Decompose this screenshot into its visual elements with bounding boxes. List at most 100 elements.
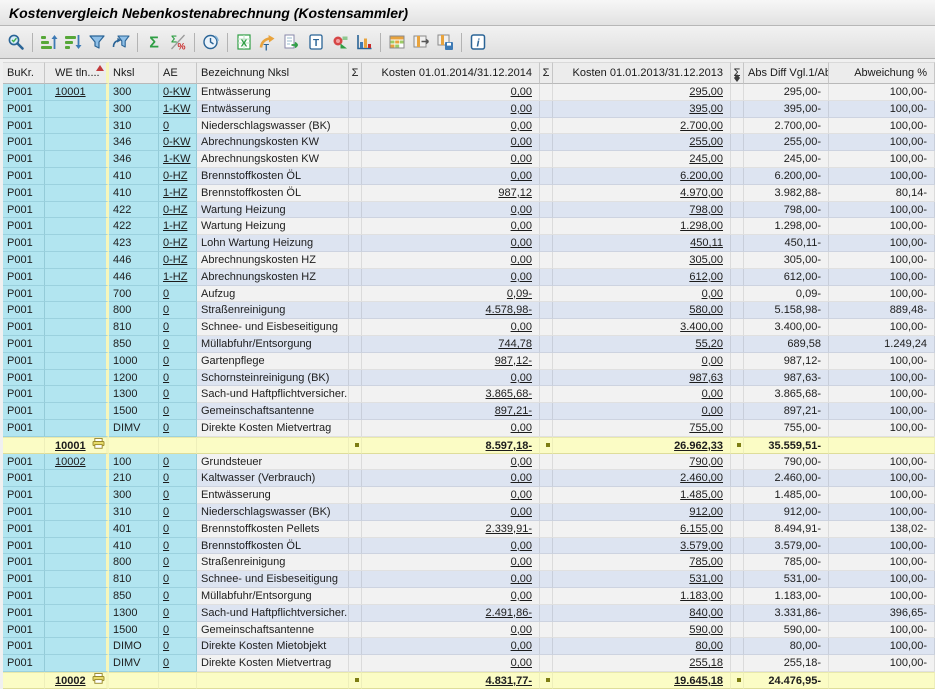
cell-kosten-2014-link[interactable]: 0,00 (511, 136, 532, 148)
cell-we[interactable]: 10001 (45, 84, 109, 101)
cell-kosten-2014-link[interactable]: 0,00 (511, 657, 532, 669)
cell-kosten-2014[interactable]: 987,12 (362, 185, 540, 202)
cell-kosten-2014[interactable]: 0,00 (362, 638, 540, 655)
column-header-bukr[interactable]: BuKr. (3, 62, 45, 84)
save-layout-button[interactable] (433, 30, 457, 54)
cell-kosten-2014-link[interactable]: 0,00 (511, 556, 532, 568)
cell-kosten-2013-link[interactable]: 840,00 (689, 607, 723, 619)
cell-we-link[interactable]: 10002 (55, 456, 86, 468)
cell-kosten-2014-link[interactable]: 4.578,98- (486, 304, 532, 316)
cell-kosten-2014[interactable]: 0,00 (362, 487, 540, 504)
cell-ae[interactable]: 0-HZ (159, 235, 197, 252)
details-button[interactable] (4, 30, 28, 54)
cell-kosten-2013-link[interactable]: 395,00 (689, 103, 723, 115)
cell-kosten-2013-link[interactable]: 987,63 (689, 372, 723, 384)
cell-kosten-2013-link[interactable]: 245,00 (689, 153, 723, 165)
cell-ae[interactable]: 0-KW (159, 84, 197, 101)
clock-button[interactable] (199, 30, 223, 54)
cell-ae-link[interactable]: 0-KW (163, 86, 191, 98)
total-button[interactable]: Σ (142, 30, 166, 54)
subtotal-kosten-2013[interactable]: 26.962,33 (553, 437, 731, 454)
cell-kosten-2013[interactable]: 580,00 (553, 302, 731, 319)
cell-kosten-2014[interactable]: 0,00 (362, 218, 540, 235)
cell-ae-link[interactable]: 0 (163, 321, 169, 333)
sort-descending-button[interactable] (61, 30, 85, 54)
cell-kosten-2014[interactable]: 0,00 (362, 134, 540, 151)
cell-ae[interactable]: 0 (159, 420, 197, 437)
cell-ae[interactable]: 0-HZ (159, 202, 197, 219)
column-header-bezeichnung[interactable]: Bezeichnung Nksl (197, 62, 349, 84)
cell-kosten-2014-link[interactable]: 0,00 (511, 120, 532, 132)
column-header-sigma-1[interactable]: Σ (349, 62, 362, 84)
cell-ae[interactable]: 0-HZ (159, 252, 197, 269)
cell-kosten-2014-link[interactable]: 0,00 (511, 86, 532, 98)
subtotals-button[interactable]: Σ% (166, 30, 190, 54)
cell-ae-link[interactable]: 0-KW (163, 136, 191, 148)
cell-ae[interactable]: 1-KW (159, 101, 197, 118)
cell-kosten-2013-link[interactable]: 790,00 (689, 456, 723, 468)
export-file-button[interactable] (280, 30, 304, 54)
cell-kosten-2013-link[interactable]: 255,18 (689, 657, 723, 669)
column-header-abweichung[interactable]: Abweichung % (829, 62, 935, 84)
cell-kosten-2013[interactable]: 305,00 (553, 252, 731, 269)
cell-ae-link[interactable]: 0 (163, 489, 169, 501)
cell-kosten-2013-link[interactable]: 0,00 (702, 355, 723, 367)
cell-kosten-2014-link[interactable]: 0,00 (511, 489, 532, 501)
cell-kosten-2013[interactable]: 1.485,00 (553, 487, 731, 504)
cell-ae-link[interactable]: 1-KW (163, 153, 191, 165)
cell-kosten-2013[interactable]: 755,00 (553, 420, 731, 437)
cell-kosten-2013[interactable]: 450,11 (553, 235, 731, 252)
cell-kosten-2013[interactable]: 0,00 (553, 403, 731, 420)
cell-kosten-2014-link[interactable]: 3.865,68- (486, 388, 532, 400)
cell-kosten-2014[interactable]: 0,00 (362, 269, 540, 286)
cell-kosten-2013-link[interactable]: 580,00 (689, 304, 723, 316)
cell-kosten-2013[interactable]: 0,00 (553, 353, 731, 370)
cell-kosten-2013-link[interactable]: 1.183,00 (680, 590, 723, 602)
cell-kosten-2013-link[interactable]: 2.460,00 (680, 472, 723, 484)
cell-kosten-2013[interactable]: 80,00 (553, 638, 731, 655)
cell-kosten-2014[interactable]: 0,00 (362, 235, 540, 252)
cell-ae[interactable]: 0 (159, 302, 197, 319)
cell-kosten-2013[interactable]: 1.183,00 (553, 588, 731, 605)
print-subtotal-button[interactable] (92, 673, 105, 689)
cell-kosten-2014-link[interactable]: 0,00 (511, 220, 532, 232)
cell-kosten-2014-link[interactable]: 987,12 (498, 187, 532, 199)
cell-kosten-2014-link[interactable]: 0,00 (511, 540, 532, 552)
cell-kosten-2014-link[interactable]: 2.339,91- (486, 523, 532, 535)
cell-kosten-2014[interactable]: 0,00 (362, 101, 540, 118)
cell-kosten-2013[interactable]: 255,00 (553, 134, 731, 151)
cell-kosten-2013-link[interactable]: 612,00 (689, 271, 723, 283)
cell-kosten-2013-link[interactable]: 55,20 (695, 338, 723, 350)
excel-export-button[interactable]: X (232, 30, 256, 54)
cell-kosten-2014[interactable]: 0,00 (362, 168, 540, 185)
column-header-ae[interactable]: AE (159, 62, 197, 84)
cell-ae-link[interactable]: 1-HZ (163, 187, 187, 199)
cell-kosten-2013-link[interactable]: 785,00 (689, 556, 723, 568)
cell-kosten-2014-link[interactable]: 0,09- (507, 288, 532, 300)
column-header-nksl[interactable]: Nksl (109, 62, 159, 84)
cell-ae[interactable]: 0 (159, 487, 197, 504)
cell-kosten-2014-link[interactable]: 0,00 (511, 472, 532, 484)
cell-kosten-2013-link[interactable]: 6.155,00 (680, 523, 723, 535)
cell-ae-link[interactable]: 0 (163, 640, 169, 652)
cell-ae-link[interactable]: 1-HZ (163, 220, 187, 232)
cell-kosten-2013[interactable]: 612,00 (553, 269, 731, 286)
cell-kosten-2013-link[interactable]: 255,00 (689, 136, 723, 148)
cell-ae-link[interactable]: 0 (163, 304, 169, 316)
column-header-sigma-2[interactable]: Σ (540, 62, 553, 84)
cell-ae-link[interactable]: 1-HZ (163, 271, 187, 283)
cell-kosten-2013-link[interactable]: 3.400,00 (680, 321, 723, 333)
cell-ae[interactable]: 0 (159, 386, 197, 403)
cell-ae[interactable]: 0 (159, 118, 197, 135)
cell-ae-link[interactable]: 0 (163, 472, 169, 484)
cell-ae-link[interactable]: 0 (163, 590, 169, 602)
cell-ae-link[interactable]: 0 (163, 556, 169, 568)
cell-kosten-2014[interactable]: 0,00 (362, 470, 540, 487)
cell-kosten-2013[interactable]: 0,00 (553, 286, 731, 303)
cell-kosten-2013[interactable]: 790,00 (553, 454, 731, 471)
cell-kosten-2013-link[interactable]: 1.298,00 (680, 220, 723, 232)
cell-kosten-2014[interactable]: 0,00 (362, 319, 540, 336)
cell-ae-link[interactable]: 0 (163, 120, 169, 132)
cell-kosten-2013-link[interactable]: 590,00 (689, 624, 723, 636)
cell-kosten-2014-link[interactable]: 2.491,86- (486, 607, 532, 619)
